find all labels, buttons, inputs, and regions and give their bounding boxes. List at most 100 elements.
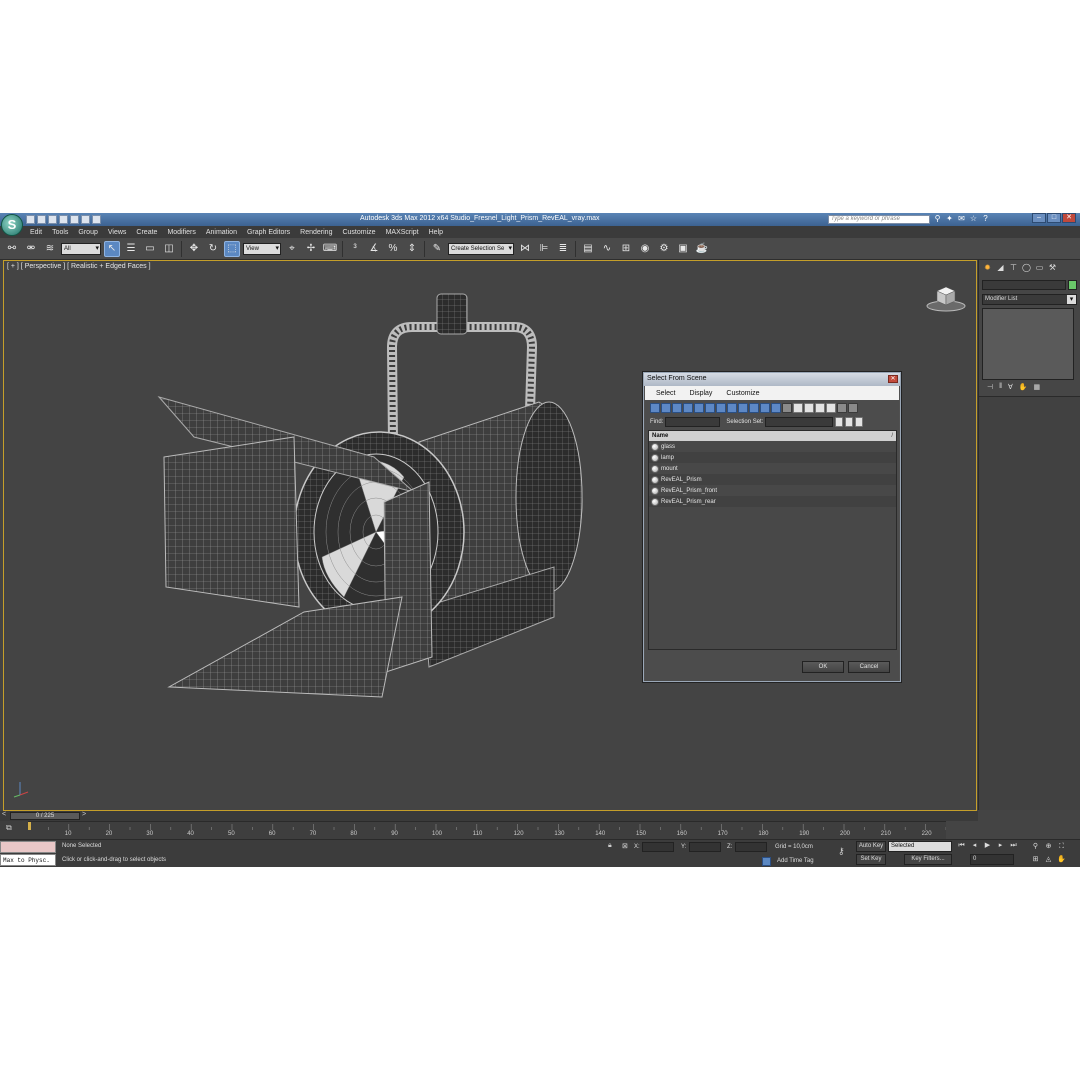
display-tab-icon[interactable]: ▭	[1034, 262, 1045, 273]
menu-tools[interactable]: Tools	[52, 229, 68, 236]
motion-tab-icon[interactable]: ◯	[1021, 262, 1032, 273]
go-to-end-icon[interactable]: ⏭	[1008, 841, 1019, 851]
display-lights-icon[interactable]	[672, 403, 682, 413]
favorites-icon[interactable]: ☆	[969, 214, 978, 224]
modify-tab-icon[interactable]: ◢	[995, 262, 1006, 273]
link-icon[interactable]: ⚯	[4, 241, 20, 257]
previous-frame-icon[interactable]: ◂	[969, 841, 980, 851]
mini-curve-editor-toggle[interactable]: ⧉	[0, 821, 28, 839]
modifier-stack[interactable]	[982, 308, 1074, 380]
minimize-icon[interactable]: –	[1032, 213, 1046, 223]
display-hidden-icon[interactable]	[771, 403, 781, 413]
open-file-icon[interactable]	[37, 215, 46, 224]
select-object-icon[interactable]: ↖	[104, 240, 120, 257]
search-input[interactable]: Type a keyword or phrase	[828, 215, 930, 224]
auto-key-button[interactable]: Auto Key	[856, 841, 886, 852]
go-to-start-icon[interactable]: ⏮	[956, 841, 967, 851]
display-invert-icon[interactable]	[804, 403, 814, 413]
slider-prev-icon[interactable]: <	[2, 811, 6, 818]
display-none-icon[interactable]	[793, 403, 803, 413]
select-all-icon[interactable]	[815, 403, 825, 413]
absolute-mode-icon[interactable]: ⊠	[622, 842, 628, 850]
name-column-header[interactable]: Name /	[649, 431, 896, 441]
modifier-list-dropdown[interactable]: Modifier List ▾	[982, 294, 1077, 305]
display-helpers-icon[interactable]	[694, 403, 704, 413]
remove-modifier-icon[interactable]: ✋	[1019, 383, 1028, 394]
bind-space-warp-icon[interactable]: ≋	[42, 241, 58, 257]
edit-named-selection-icon[interactable]: ✎	[429, 241, 445, 257]
curve-editor-toggle-icon[interactable]: ⧉	[6, 823, 12, 833]
select-and-move-icon[interactable]: ✥	[186, 241, 202, 257]
display-shapes-icon[interactable]	[661, 403, 671, 413]
filter-options-icon[interactable]	[848, 403, 858, 413]
dialog-menu-customize[interactable]: Customize	[726, 390, 759, 397]
pivot-center-icon[interactable]: ⌖	[284, 241, 300, 257]
list-item[interactable]: lamp	[649, 452, 896, 463]
select-and-rotate-icon[interactable]: ↻	[205, 241, 221, 257]
zoom-extents-icon[interactable]: ⛶	[1056, 841, 1067, 852]
subscription-icon[interactable]: ✦	[945, 214, 954, 224]
layer-manager-icon[interactable]: ≣	[555, 241, 571, 257]
zoom-icon[interactable]: ⚲	[1030, 841, 1041, 852]
configure-sets-icon[interactable]: ▦	[1034, 383, 1041, 394]
selection-filter-dropdown[interactable]: All	[61, 242, 101, 255]
maximize-icon[interactable]: □	[1047, 213, 1061, 223]
zoom-extents-all-icon[interactable]: ⊞	[1030, 854, 1041, 865]
selection-set-dropdown[interactable]	[765, 417, 834, 427]
menu-animation[interactable]: Animation	[206, 229, 237, 236]
communication-icon[interactable]: ✉	[957, 214, 966, 224]
display-xrefs-icon[interactable]	[727, 403, 737, 413]
z-coordinate-field[interactable]	[735, 842, 767, 852]
dialog-menu-select[interactable]: Select	[656, 390, 675, 397]
time-slider[interactable]: < 0 / 225 >	[0, 811, 978, 821]
rectangular-selection-icon[interactable]: ▭	[142, 241, 158, 257]
ok-button[interactable]: OK	[802, 661, 844, 673]
menu-group[interactable]: Group	[78, 229, 97, 236]
selection-set-edit-icon[interactable]	[855, 417, 864, 427]
menu-views[interactable]: Views	[108, 229, 127, 236]
utilities-tab-icon[interactable]: ⚒	[1047, 262, 1058, 273]
select-none-icon[interactable]	[826, 403, 836, 413]
curve-editor-icon[interactable]: ∿	[599, 241, 615, 257]
track-bar[interactable]: 10 20 30 40 50 60 70 80 90 100 110 120 130 140 150 160 1…	[28, 821, 946, 839]
field-of-view-icon[interactable]: ◬	[1043, 854, 1054, 865]
display-geometry-icon[interactable]	[650, 403, 660, 413]
slider-next-icon[interactable]: >	[82, 811, 86, 818]
help-icon[interactable]: ?	[981, 214, 990, 224]
maxscript-listener[interactable]: Max to Physc.	[0, 854, 56, 866]
list-item[interactable]: RevEAL_Prism_rear	[649, 496, 896, 507]
save-file-icon[interactable]	[48, 215, 57, 224]
cancel-button[interactable]: Cancel	[848, 661, 890, 673]
list-item[interactable]: RevEAL_Prism_front	[649, 485, 896, 496]
selection-set-add-icon[interactable]	[835, 417, 844, 427]
menu-maxscript[interactable]: MAXScript	[386, 229, 419, 236]
dialog-close-icon[interactable]: ✕	[888, 375, 898, 383]
angle-snap-icon[interactable]: ∡	[366, 241, 382, 257]
make-unique-icon[interactable]: ∀	[1008, 383, 1013, 394]
maxscript-mini-listener[interactable]	[0, 841, 56, 853]
dialog-menu-display[interactable]: Display	[689, 390, 712, 397]
display-containers-icon[interactable]	[749, 403, 759, 413]
selection-lock-icon[interactable]: 🔒︎	[608, 842, 612, 850]
material-editor-icon[interactable]: ◉	[637, 241, 653, 257]
next-frame-icon[interactable]: ▸	[995, 841, 1006, 851]
filter-icon[interactable]	[837, 403, 847, 413]
select-and-manipulate-icon[interactable]: ✢	[303, 241, 319, 257]
list-item[interactable]: glass	[649, 441, 896, 452]
show-end-result-icon[interactable]: ‖	[999, 383, 1002, 394]
spinner-snap-icon[interactable]: ⇕	[404, 241, 420, 257]
keyboard-shortcut-override-icon[interactable]: ⌨	[322, 241, 338, 257]
play-icon[interactable]: ▶	[982, 841, 993, 851]
unlink-icon[interactable]: ⚮	[23, 241, 39, 257]
hold-icon[interactable]	[81, 215, 90, 224]
object-color-swatch[interactable]	[1068, 280, 1077, 290]
menu-graph-editors[interactable]: Graph Editors	[247, 229, 290, 236]
undo-icon[interactable]	[59, 215, 68, 224]
snaps-toggle-icon[interactable]: ³	[347, 241, 363, 257]
menu-help[interactable]: Help	[429, 229, 443, 236]
named-selection-dropdown[interactable]: Create Selection Se	[448, 242, 514, 255]
reference-coordinate-dropdown[interactable]: View	[243, 242, 281, 255]
pin-stack-icon[interactable]: ⊣	[987, 383, 993, 394]
hierarchy-tab-icon[interactable]: ⊤	[1008, 262, 1019, 273]
display-bones-icon[interactable]	[738, 403, 748, 413]
